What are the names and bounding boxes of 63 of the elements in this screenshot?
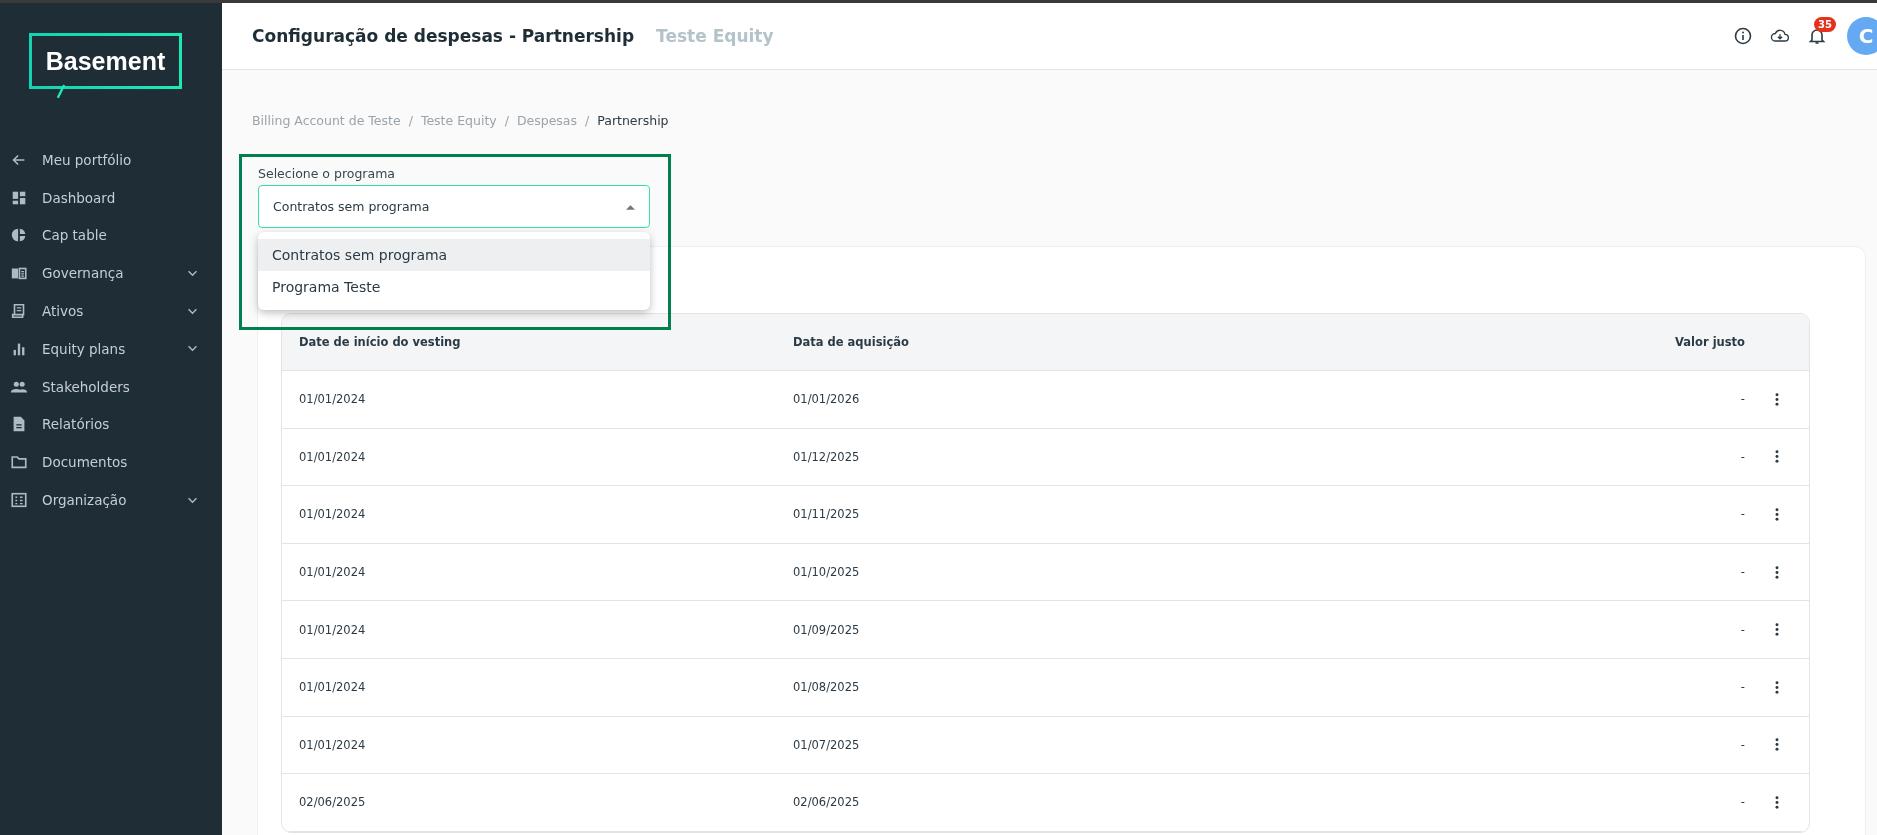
caret-icon [626, 203, 635, 210]
nav-item[interactable]: Equity plans [0, 330, 222, 368]
table-cell-text: 02/06/2025 [793, 795, 861, 810]
notification-count: 35 [1814, 17, 1836, 32]
nav-item[interactable]: Relatórios [0, 405, 222, 444]
building-icon [10, 491, 28, 510]
more-options-icon[interactable] [1775, 508, 1779, 521]
table-cell-text: - [1739, 392, 1745, 407]
table-cell-text: 01/01/2024 [299, 680, 367, 695]
nav-item[interactable]: Dashboard [0, 178, 222, 217]
table-cell-text: - [1739, 565, 1745, 580]
company-name: Teste Equity [656, 26, 774, 46]
chevron-down-icon [187, 269, 198, 277]
chevron-down-icon [187, 345, 198, 353]
table-cell-text: 01/01/2026 [793, 392, 861, 407]
table-cell-text: 01/01/2024 [299, 392, 367, 407]
table-cell-text: 01/10/2025 [793, 565, 861, 580]
field-label: Selecione o programa [258, 166, 396, 181]
table-cell-text: 01/01/2024 [299, 622, 367, 637]
nav-item[interactable]: Governança [0, 254, 222, 293]
nav-item[interactable]: Documentos [0, 443, 222, 482]
page-title: Configuração de despesas - Partnership [252, 26, 635, 46]
more-options-icon[interactable] [1775, 680, 1779, 694]
column-header: Data de aquisição [793, 335, 910, 349]
table-cell-text: - [1739, 449, 1745, 464]
table-cell-text: 01/09/2025 [793, 622, 861, 637]
table-cell-text: - [1739, 622, 1745, 637]
chevron-down-icon [187, 496, 198, 504]
more-options-icon[interactable] [1775, 738, 1779, 752]
breadcrumb-separator: / [585, 113, 590, 128]
chevron-down-icon [187, 307, 198, 315]
nav-item[interactable]: Cap table [0, 216, 222, 255]
table-cell-text: - [1739, 737, 1745, 752]
table-cell-text: 01/12/2025 [793, 449, 861, 464]
more-options-icon[interactable] [1775, 795, 1779, 809]
table-cell-text: 01/11/2025 [793, 507, 861, 522]
table-cell-text: 01/01/2024 [299, 507, 367, 522]
nav-item[interactable]: Ativos [0, 292, 222, 330]
table-cell-text: 01/08/2025 [793, 680, 861, 695]
nav-item[interactable]: Stakeholders [0, 367, 222, 406]
table-cell-text: 01/07/2025 [793, 737, 861, 752]
more-options-icon[interactable] [1775, 565, 1779, 579]
nav-item[interactable]: Organização [0, 481, 222, 519]
table-cell-text: 01/01/2024 [299, 565, 367, 580]
table-cell-text: - [1739, 795, 1745, 810]
nav-item[interactable]: Meu portfólio [0, 141, 222, 179]
info-icon[interactable] [1733, 26, 1753, 46]
table-cell-text: - [1739, 680, 1745, 695]
table-cell-text: 02/06/2025 [299, 795, 367, 810]
breadcrumb-separator: / [408, 113, 413, 128]
dropdown-option[interactable]: Contratos sem programa [258, 239, 650, 271]
column-header: Valor justo [1674, 335, 1745, 349]
table-cell-text: 01/01/2024 [299, 737, 367, 752]
program-select[interactable]: Contratos sem programa [258, 185, 650, 228]
table-cell-text: - [1739, 507, 1745, 522]
breadcrumb-separator: / [504, 113, 509, 128]
table-cell-text: 01/01/2024 [299, 449, 367, 464]
breadcrumb-current: Partnership [597, 113, 669, 128]
more-options-icon[interactable] [1775, 392, 1779, 406]
column-header: Date de início do vesting [299, 335, 462, 349]
more-options-icon[interactable] [1775, 623, 1779, 637]
more-options-icon[interactable] [1775, 450, 1779, 464]
dropdown-option[interactable]: Programa Teste [258, 271, 650, 303]
